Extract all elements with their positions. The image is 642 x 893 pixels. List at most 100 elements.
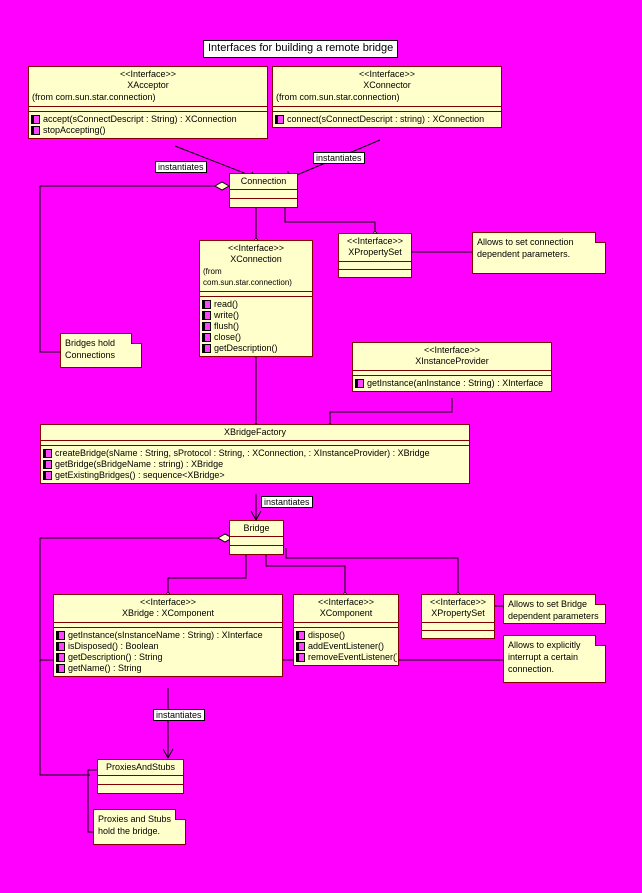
class-stereotype: <<Interface>> xyxy=(423,345,481,355)
operation-label: close() xyxy=(214,332,242,342)
class-package: (from com.sun.star.connection) xyxy=(32,92,156,102)
edge-label-instantiates-connector: instantiates xyxy=(313,152,365,164)
operation-label: addEventListener() xyxy=(308,641,385,651)
operation-label: flush() xyxy=(214,321,240,331)
visibility-icon xyxy=(202,333,211,342)
class-header-proxiesandstubs: ProxiesAndStubs xyxy=(98,760,183,776)
operation-row: isDisposed() : Boolean xyxy=(56,641,281,652)
visibility-icon xyxy=(296,653,305,662)
visibility-icon xyxy=(296,642,305,651)
class-name: ProxiesAndStubs xyxy=(105,762,176,772)
class-header-xbridge: <<Interface>> XBridge : XComponent xyxy=(54,595,282,623)
operation-label: isDisposed() : Boolean xyxy=(68,641,159,651)
class-header-xcomponent: <<Interface>> XComponent xyxy=(294,595,398,623)
class-box-xconnection[interactable]: <<Interface>> XConnection (from com.sun.… xyxy=(199,240,313,357)
note-bridges-hold-connections: Bridges hold Connections xyxy=(60,333,142,368)
class-package: (from com.sun.star.connection) xyxy=(203,267,292,287)
visibility-icon xyxy=(355,379,364,388)
class-box-xcomponent[interactable]: <<Interface>> XComponent dispose() addEv… xyxy=(293,594,399,666)
visibility-icon xyxy=(56,642,65,651)
visibility-icon xyxy=(56,664,65,673)
operation-row: createBridge(sName : String, sProtocol :… xyxy=(43,448,468,459)
operation-row: getBridge(sBridgeName : string) : XBridg… xyxy=(43,459,468,470)
class-header-xconnector: <<Interface>> XConnector (from com.sun.s… xyxy=(273,67,501,107)
operation-row: addEventListener() xyxy=(296,641,397,652)
operation-label: read() xyxy=(214,299,239,309)
uml-diagram-canvas: Interfaces for building a remote bridge … xyxy=(0,0,642,893)
class-name: XInstanceProvider xyxy=(415,356,489,366)
diagram-title: Interfaces for building a remote bridge xyxy=(203,40,399,58)
class-box-connection[interactable]: Connection xyxy=(229,173,298,208)
visibility-icon xyxy=(56,653,65,662)
operation-row: getInstance(sInstanceName : String) : XI… xyxy=(56,630,281,641)
class-stereotype: <<Interface>> xyxy=(317,597,375,607)
class-stereotype: <<Interface>> xyxy=(119,69,177,79)
visibility-icon xyxy=(43,471,52,480)
class-box-xinstanceprovider[interactable]: <<Interface>> XInstanceProvider getInsta… xyxy=(352,342,552,392)
operation-row: getInstance(anInstance : String) : XInte… xyxy=(355,378,550,389)
class-name: XComponent xyxy=(319,608,373,618)
note-fold-corner xyxy=(595,594,606,605)
class-box-xbridgefactory[interactable]: XBridgeFactory createBridge(sName : Stri… xyxy=(40,424,470,484)
class-operations-xconnection: read() write() flush() close() getDescri… xyxy=(200,297,312,356)
visibility-icon xyxy=(202,311,211,320)
class-header-xacceptor: <<Interface>> XAcceptor (from com.sun.st… xyxy=(29,67,267,107)
class-name: XPropertySet xyxy=(431,608,485,618)
operation-label: getDescription() xyxy=(214,343,278,353)
class-name: XConnection xyxy=(230,254,282,264)
class-operation-compartment xyxy=(98,785,183,793)
operation-row: connect(sConnectDescript : string) : XCo… xyxy=(275,114,500,125)
visibility-icon xyxy=(31,126,40,135)
visibility-icon xyxy=(56,631,65,640)
note-connection-parameters: Allows to set connection dependent param… xyxy=(472,232,606,274)
note-bridge-parameters: Allows to set Bridge dependent parameter… xyxy=(503,594,606,624)
visibility-icon xyxy=(202,322,211,331)
note-proxies-hold-bridge: Proxies and Stubs hold the bridge. xyxy=(93,809,186,845)
edge-label-instantiates-bridge: instantiates xyxy=(261,496,313,508)
class-header-connection: Connection xyxy=(230,174,297,190)
visibility-icon xyxy=(275,115,284,124)
class-box-xpropertyset-connection[interactable]: <<Interface>> XPropertySet xyxy=(338,233,412,278)
class-attribute-compartment xyxy=(422,623,494,631)
operation-label: stopAccepting() xyxy=(43,125,106,135)
operation-label: getDescription() : String xyxy=(68,652,163,662)
note-text: Proxies and Stubs hold the bridge. xyxy=(98,814,172,836)
visibility-icon xyxy=(202,344,211,353)
operation-label: connect(sConnectDescript : string) : XCo… xyxy=(287,114,485,124)
operation-label: removeEventListener() xyxy=(308,652,397,662)
class-box-xpropertyset-bridge[interactable]: <<Interface>> XPropertySet xyxy=(421,594,495,639)
edge-label-instantiates-acceptor: instantiates xyxy=(155,161,207,173)
class-attribute-compartment xyxy=(339,262,411,270)
class-box-bridge[interactable]: Bridge xyxy=(229,520,284,555)
class-box-xacceptor[interactable]: <<Interface>> XAcceptor (from com.sun.st… xyxy=(28,66,268,139)
class-name: Bridge xyxy=(243,523,270,533)
class-box-xbridge[interactable]: <<Interface>> XBridge : XComponent getIn… xyxy=(53,594,283,677)
class-box-xconnector[interactable]: <<Interface>> XConnector (from com.sun.s… xyxy=(272,66,502,128)
class-header-xbridgefactory: XBridgeFactory xyxy=(41,425,469,441)
visibility-icon xyxy=(31,115,40,124)
operation-row: getDescription() xyxy=(202,343,311,354)
operation-label: write() xyxy=(214,310,239,320)
note-text: Allows to explicitly interrupt a certain… xyxy=(508,640,581,674)
operation-label: getInstance(sInstanceName : String) : XI… xyxy=(68,630,263,640)
class-header-xpropertyset-bridge: <<Interface>> XPropertySet xyxy=(422,595,494,623)
operation-row: accept(sConnectDescript : String) : XCon… xyxy=(31,114,266,125)
class-name: XBridgeFactory xyxy=(223,427,287,437)
operation-row: close() xyxy=(202,332,311,343)
visibility-icon xyxy=(202,300,211,309)
operation-label: getName() : String xyxy=(68,663,142,673)
note-text: Bridges hold Connections xyxy=(65,338,116,360)
class-name: XConnector xyxy=(363,80,411,90)
class-attribute-compartment xyxy=(230,537,283,546)
class-header-xpropertyset-connection: <<Interface>> XPropertySet xyxy=(339,234,411,262)
note-fold-corner xyxy=(175,809,186,820)
class-package: (from com.sun.star.connection) xyxy=(276,92,400,102)
class-operation-compartment xyxy=(339,270,411,277)
class-box-proxiesandstubs[interactable]: ProxiesAndStubs xyxy=(97,759,184,794)
operation-row: getExistingBridges() : sequence<XBridge> xyxy=(43,470,468,481)
class-operations-xacceptor: accept(sConnectDescript : String) : XCon… xyxy=(29,112,267,138)
operation-row: flush() xyxy=(202,321,311,332)
note-text: Allows to set Bridge dependent parameter… xyxy=(508,599,599,621)
class-operations-xinstanceprovider: getInstance(anInstance : String) : XInte… xyxy=(353,376,551,391)
operation-label: getBridge(sBridgeName : string) : XBridg… xyxy=(55,459,224,469)
